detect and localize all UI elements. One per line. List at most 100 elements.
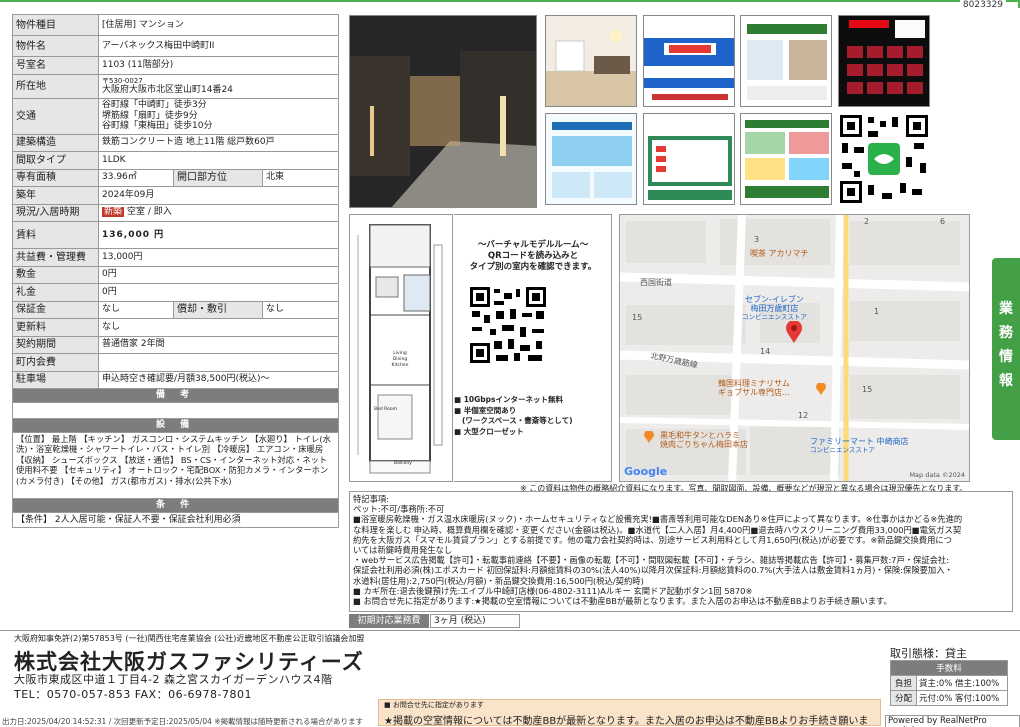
map-text: 焼肉ごりちゃん梅田本店 (660, 440, 748, 449)
remarks-line: 約先を大阪ガス「スマモル賃貸プラン」とする前提です。他の電力会社契約時は、別途サ… (353, 534, 952, 545)
business-info-tab[interactable]: 業 務 情 報 (992, 258, 1020, 440)
remarks-line: 保証会社利用必須(株)エポスカード 初回保証料:月額総賃料の30%(法人40%)… (353, 565, 953, 576)
key-money-label: 礼金 (12, 283, 99, 302)
traffic-line: 谷町線「中崎町」徒歩3分 (102, 100, 207, 111)
rent-value: 136,000 円 (97, 221, 340, 249)
transaction-type: 取引態様：貸主 (890, 647, 967, 660)
restaurant-icon (644, 431, 654, 443)
company-phone: TEL：0570-057-853 FAX：06-6978-7801 (14, 688, 253, 701)
remarks-title: 特記事項: (353, 494, 389, 504)
addr-value: 大阪府大阪市北区堂山町14番24 (102, 84, 233, 95)
traffic-label: 交通 (12, 97, 99, 135)
structure-label: 建築構造 (12, 133, 99, 152)
name-label: 物件名 (12, 35, 99, 57)
map-block-number: 1 (874, 307, 880, 316)
commission-burden-value: 貸主:0% 借主:100% (916, 675, 1008, 691)
status-value: 空室 / 即入 (127, 207, 172, 218)
powered-by[interactable]: Powered by RealNetPro co.,ltd. (885, 715, 1020, 727)
built-value: 2024年09月 (97, 186, 340, 205)
parking-value: 申込時空き確認要/月額38,500円(税込)～ (97, 370, 340, 389)
remarks-line: な料理を楽しむ 申込時、概算費用欄を確認・変更ください(金額は税込)。■水道代【… (353, 524, 962, 535)
tab-char: 務 (999, 325, 1013, 341)
inquiry-notice-line1: ■ お問合せ先に指定があります (384, 701, 484, 709)
amort-value: なし (261, 300, 340, 319)
remarks-empty (11, 402, 340, 419)
rating-flyer-graphic (644, 114, 734, 204)
name-value: アーバネックス梅田中崎町II (97, 35, 340, 57)
dir-value: 北東 (261, 168, 340, 187)
room-label: 号室名 (12, 56, 99, 75)
virtual-line: タイプ別の室内を確認できます。 (469, 262, 597, 272)
campaign-flyer-graphic (644, 16, 734, 106)
remarks-line: 水道料(居住用):2,750円(税込/月額)・新品鍵交換費用:16,500円(税… (353, 575, 644, 586)
map-label-cafe: 喫茶 アカリマチ (750, 249, 809, 258)
map-block-number: 15 (632, 313, 643, 322)
map-label-familymart: ファミリーマート 中崎商店 コンビニエンスストア (810, 437, 909, 455)
property-table: 物件種目 [住居用] マンション 物件名 アーバネックス梅田中崎町II 号室名 110… (11, 14, 340, 528)
addr-zip: 〒530-0027 (102, 76, 143, 85)
entrance-photo-image (350, 16, 536, 207)
homeservice-flyer-graphic (546, 114, 636, 204)
location-map[interactable]: 喫茶 アカリマチ 西国街道 セブン-イレブン 梅田万歳町店 コンビニエンスストア 北… (619, 214, 970, 482)
map-block-number: 15 (862, 385, 873, 394)
new-badge: 新築 (102, 207, 125, 218)
inquiry-notice: ■ お問合せ先に指定があります ★掲載の空室情報については不動産BBが最新となり… (378, 699, 881, 727)
license-info: 大阪府知事免許(2)第57853号 (一社)関西住宅産業協会 (公社)近畿地区不… (14, 634, 365, 643)
feature-text: (ワークスペース・書斎等として) (462, 416, 573, 425)
commission-header: 手数料 (890, 660, 1008, 676)
rating-flyer-image[interactable] (643, 113, 735, 205)
netflix-flyer-image[interactable] (838, 15, 930, 107)
floor-plan: Living Dining Kitchen Bed Room Balcony (349, 214, 453, 482)
map-block-number: 6 (940, 217, 946, 226)
feature-list: ■ 10Gbpsインターネット無料 ■ 半個室空間あり (ワークスペース・書斎等… (454, 395, 573, 437)
initial-fee-label: 初期対応業務費 (349, 614, 429, 628)
map-label-street: 西国街道 (640, 278, 672, 287)
deposit-label: 敷金 (12, 265, 99, 284)
built-label: 築年 (12, 186, 99, 205)
service-flyer-image[interactable] (740, 15, 832, 107)
assoc-label: 町内会費 (12, 353, 99, 372)
guarantee-value: なし (98, 300, 174, 319)
remarks-line: ■浴室暖房乾燥機・ガス温水床暖房(ヌック)・ホームセキュリティなど設備充実!■書… (353, 514, 963, 525)
qr-code-pamphlet[interactable] (838, 113, 930, 205)
location-pin-icon (786, 321, 802, 343)
guarantee-label: 保証金 (12, 300, 99, 319)
map-label-seven-eleven: セブン-イレブン 梅田万歳町店 コンビニエンスストア (742, 295, 807, 322)
footer-divider (0, 630, 1020, 631)
living-label: Living Dining Kitchen (372, 351, 428, 369)
balcony-label: Balcony (394, 461, 412, 466)
virtual-title: ～バーチャルモデルルーム～ (477, 240, 589, 250)
key-money-value: 0円 (97, 283, 340, 302)
status-cell: 新築 空室 / 即入 (97, 203, 340, 222)
restaurant-icon (816, 383, 826, 395)
bedroom-label: Bed Room (374, 407, 397, 412)
renewal-label: 更新料 (12, 318, 99, 337)
virtual-tour-qr-code[interactable] (470, 287, 546, 366)
map-text: ギョプサル専門店... (718, 388, 790, 397)
feature-text: 大型クローゼット (463, 426, 524, 436)
map-text: コンビニエンスストア (810, 446, 875, 454)
guide-flyer-graphic (741, 114, 831, 204)
remarks-line: ・webサービス広告掲載【許可】・転載事前連絡【不要】・画像の転載【不可】・間取… (353, 555, 950, 566)
entrance-photo[interactable] (349, 15, 537, 208)
top-border (0, 0, 1020, 8)
assoc-value (97, 353, 340, 372)
interior-photo[interactable] (545, 15, 637, 107)
output-dates: 出力日:2025/04/20 14:52:31 / 次回更新予定日:2025/0… (2, 717, 364, 726)
conditions-header: 条 件 (11, 498, 340, 513)
map-attribution: Map data ©2024 (909, 471, 965, 479)
conditions-text: 【条件】 2人入居可能・保証人不要・保証会社利用必須 (11, 512, 340, 528)
area-value: 33.96㎡ (98, 168, 174, 187)
commission-table: 手数料 負担 貸主:0% 借主:100% 分配 元付:0% 客付:100% (890, 660, 1008, 706)
feature-text: 半個室空間あり (463, 405, 517, 415)
netflix-flyer-graphic (839, 16, 929, 106)
layout-label: 間取タイプ (12, 151, 99, 170)
campaign-flyer-image[interactable] (643, 15, 735, 107)
amort-label: 償却・敷引 (173, 300, 263, 319)
feature-text: 10Gbpsインターネット無料 (463, 395, 563, 404)
room-name: Kitchen (391, 363, 409, 368)
commission-split-value: 元付:0% 客付:100% (916, 690, 1008, 706)
guide-flyer-image[interactable] (740, 113, 832, 205)
map-label-yakiniku: 黒毛和牛タンとハラミ 焼肉ごりちゃん梅田本店 (660, 431, 748, 449)
homeservice-flyer-image[interactable] (545, 113, 637, 205)
